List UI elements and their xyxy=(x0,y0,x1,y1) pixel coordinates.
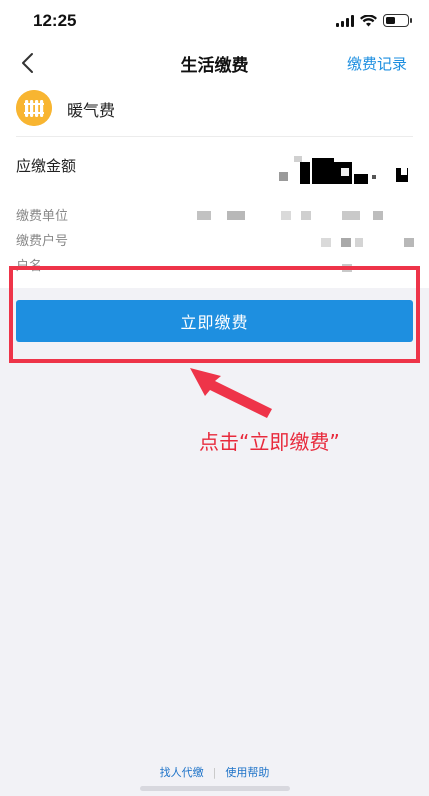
footer-separator: | xyxy=(212,766,217,779)
highlight-annotation-box xyxy=(9,266,420,363)
home-indicator xyxy=(140,786,290,791)
biz-row: 暖气费 xyxy=(0,84,429,136)
find-someone-to-pay-link[interactable]: 找人代缴 xyxy=(160,764,204,780)
help-link[interactable]: 使用帮助 xyxy=(225,764,269,780)
footer: 找人代缴 | 使用帮助 xyxy=(0,764,429,780)
radiator-icon xyxy=(16,90,52,126)
status-icons xyxy=(336,14,412,27)
wifi-icon xyxy=(360,14,377,26)
signal-icon xyxy=(336,14,354,27)
info-label-unit: 缴费单位 xyxy=(16,209,69,224)
nav-bar: 生活缴费 缴费记录 xyxy=(0,44,429,84)
annotation-text: 点击“立即缴费” xyxy=(199,430,340,454)
biz-name: 暖气费 xyxy=(67,101,116,120)
amount-label: 应缴金额 xyxy=(16,157,77,175)
status-time: 12:25 xyxy=(33,11,77,30)
divider xyxy=(16,136,413,137)
payment-records-link[interactable]: 缴费记录 xyxy=(347,53,407,74)
bill-card: 暖气费 应缴金额 缴费单位 缴费户号 户名 xyxy=(0,84,429,288)
status-bar: 12:25 xyxy=(0,0,429,44)
info-label-account: 缴费户号 xyxy=(16,234,69,249)
battery-icon xyxy=(383,14,412,27)
